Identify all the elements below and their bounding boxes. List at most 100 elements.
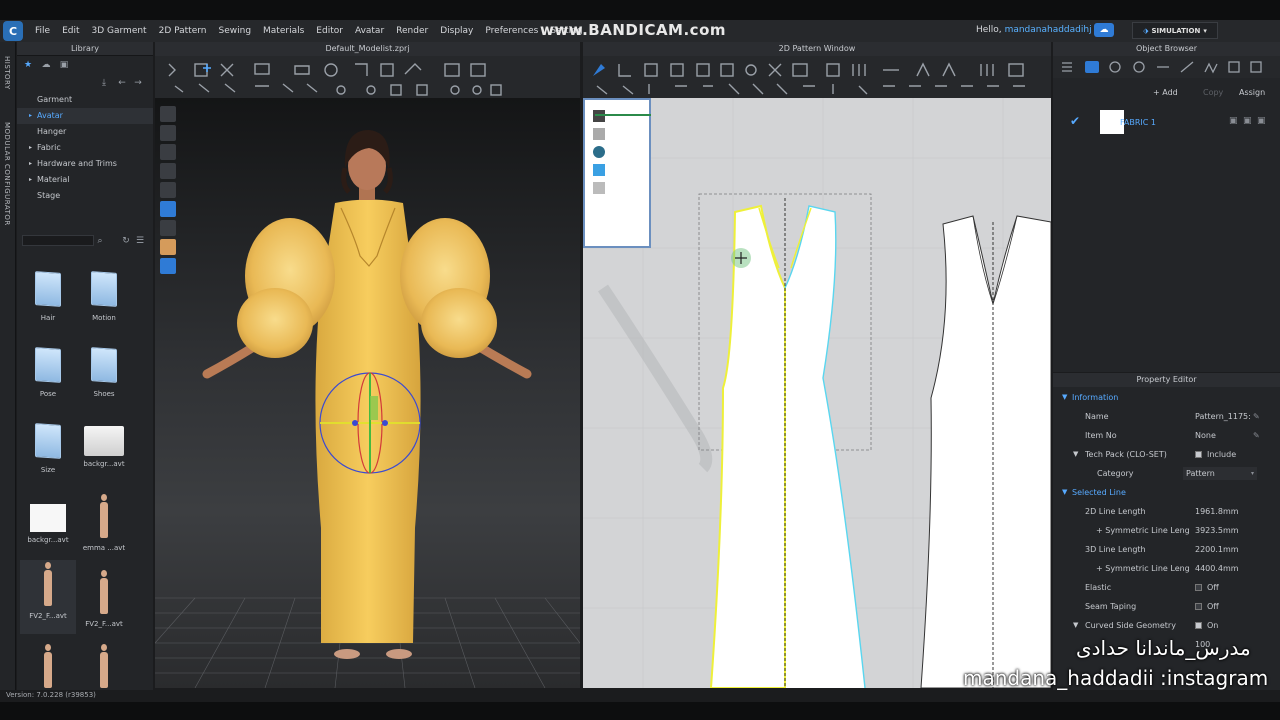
modular-configurator-tab[interactable]: MODULAR CONFIGURATOR (3, 122, 11, 226)
texture-display-icon[interactable] (160, 201, 176, 217)
tree-item-label: Fabric (37, 143, 61, 152)
library-thumb-fv2-female-2[interactable]: FV2_F...avt (76, 568, 132, 642)
library-thumb-pose[interactable]: Pose (20, 340, 76, 414)
reset-icon[interactable]: ▣ (1243, 116, 1252, 126)
expand-arrow-icon[interactable]: ▸ (29, 156, 32, 172)
menu-sewing[interactable]: Sewing (213, 26, 258, 36)
library-thumb-shoes[interactable]: Shoes (76, 340, 132, 414)
tree-item-avatar[interactable]: ▸ Avatar (17, 108, 153, 124)
delete-icon[interactable]: ▣ (1257, 116, 1266, 126)
favorites-icon[interactable]: ★ (23, 60, 33, 70)
library-thumb-size[interactable]: Size (20, 416, 76, 490)
menu-render[interactable]: Render (390, 26, 434, 36)
category-select[interactable]: Pattern (1183, 467, 1257, 480)
collapse-caret-icon[interactable]: ▼ (1062, 388, 1067, 407)
pin-display-icon[interactable] (160, 220, 176, 236)
library-thumb-hair[interactable]: Hair (20, 264, 76, 338)
back-pattern-piece[interactable] (920, 215, 1051, 688)
library-search-input[interactable] (22, 235, 94, 246)
edit-pencil-icon[interactable]: ✎ (1253, 426, 1260, 445)
avatar-toggle-icon[interactable] (160, 239, 176, 255)
elastic-checkbox[interactable] (1195, 584, 1202, 591)
collapse-caret-icon[interactable]: ▼ (1062, 483, 1067, 502)
library-thumb-emma[interactable]: emma ...avt (76, 492, 132, 566)
item-no-field[interactable]: None (1195, 426, 1216, 445)
texture-icon[interactable] (593, 146, 605, 158)
minimap-tool-icons[interactable] (593, 110, 607, 200)
refresh-icon[interactable]: ↻ (121, 236, 131, 246)
username[interactable]: mandanahaddadihj (1005, 25, 1092, 35)
library-thumb-motion[interactable]: Motion (76, 264, 132, 338)
tree-item-garment[interactable]: Garment (17, 92, 153, 108)
add-button[interactable]: + Add (1153, 88, 1178, 97)
garment-display-icon[interactable] (160, 125, 176, 141)
section-selected-line[interactable]: ▼ Selected Line (1053, 483, 1280, 502)
pattern-name-field[interactable]: Pattern_1175: (1195, 407, 1251, 426)
transform-gizmo[interactable] (319, 372, 421, 474)
edit-pencil-icon[interactable]: ✎ (1253, 407, 1260, 426)
list-view-icon[interactable]: ☰ (135, 236, 145, 246)
menu-2d-pattern[interactable]: 2D Pattern (153, 26, 213, 36)
menu-materials[interactable]: Materials (257, 26, 310, 36)
eye-icon[interactable] (593, 110, 605, 122)
toolbar-icons-3d[interactable] (155, 56, 580, 98)
expand-arrow-icon[interactable]: ▸ (29, 140, 32, 156)
toolbar-icons-2d[interactable] (583, 56, 1051, 98)
chevron-down-icon[interactable]: ▾ (1251, 464, 1254, 483)
menu-3d-garment[interactable]: 3D Garment (86, 26, 153, 36)
display-mode-icon[interactable] (160, 106, 176, 122)
tree-item-hanger[interactable]: Hanger (17, 124, 153, 140)
property-tech-pack: ▼ Tech Pack (CLO-SET) Include (1053, 445, 1280, 464)
search-icon[interactable]: ⌕ (95, 236, 105, 246)
section-information[interactable]: ▼ Information (1053, 388, 1280, 407)
assign-button[interactable]: Assign (1239, 88, 1265, 97)
library-thumb-background[interactable]: backgr...avt (76, 416, 132, 490)
lock-icon[interactable]: ▣ (59, 60, 69, 70)
figure-display-icon[interactable] (160, 182, 176, 198)
menu-display[interactable]: Display (434, 26, 479, 36)
curved-side-checkbox[interactable] (1195, 622, 1202, 629)
menu-file[interactable]: File (29, 26, 56, 36)
environment-icon[interactable] (160, 258, 176, 274)
history-tab[interactable]: HISTORY (3, 56, 11, 90)
pattern-minimap[interactable] (583, 98, 651, 248)
library-thumb-fv2-female[interactable]: FV2_F...avt (20, 560, 76, 634)
object-browser-icons[interactable] (1053, 56, 1280, 78)
menu-edit[interactable]: Edit (56, 26, 85, 36)
simulation-button[interactable]: ⬗ SIMULATION ▾ (1132, 22, 1218, 39)
cloud-library-icon[interactable]: ☁ (41, 60, 51, 70)
library-thumb-background-2[interactable]: backgr...avt (20, 492, 76, 566)
menu-editor[interactable]: Editor (310, 26, 349, 36)
fabric-icon[interactable] (593, 164, 605, 176)
tree-item-material[interactable]: ▸ Material (17, 172, 153, 188)
property-2d-line-length: 2D Line Length 1961.8mm (1053, 502, 1280, 521)
copy-button[interactable]: Copy (1203, 88, 1223, 97)
expand-arrow-icon[interactable]: ▸ (29, 172, 32, 188)
2d-line-length-value[interactable]: 1961.8mm (1195, 502, 1239, 521)
avatar-display-icon[interactable] (160, 144, 176, 160)
fabric-list-item[interactable]: ✔ FABRIC 1 ▣ ▣ ▣ (1053, 108, 1280, 136)
shirt-icon[interactable] (593, 128, 605, 140)
collapse-caret-icon[interactable]: ▼ (1073, 445, 1078, 464)
thumb-label: FV2_F...avt (85, 620, 123, 628)
copy-icon[interactable]: ▣ (1229, 116, 1238, 126)
view3d-viewport[interactable] (155, 98, 580, 688)
seam-taping-checkbox[interactable] (1195, 603, 1202, 610)
tree-item-stage[interactable]: Stage (17, 188, 153, 204)
view2d-canvas[interactable] (583, 98, 1051, 688)
property-editor-title: Property Editor (1053, 373, 1280, 387)
expand-arrow-icon[interactable]: ▸ (29, 108, 32, 124)
download-icon[interactable]: ⤓ (99, 78, 109, 88)
menu-avatar[interactable]: Avatar (349, 26, 390, 36)
layer-icon[interactable] (593, 182, 605, 194)
fabric-display-icon[interactable] (160, 163, 176, 179)
include-checkbox[interactable] (1195, 451, 1202, 458)
collapse-caret-icon[interactable]: ▼ (1073, 616, 1078, 635)
tree-item-hardware[interactable]: ▸ Hardware and Trims (17, 156, 153, 172)
menu-preferences[interactable]: Preferences (479, 26, 544, 36)
forward-icon[interactable]: → (133, 78, 143, 88)
front-pattern-piece[interactable] (709, 198, 866, 688)
cloud-sync-icon[interactable]: ☁ (1094, 23, 1114, 37)
back-icon[interactable]: ← (117, 78, 127, 88)
tree-item-fabric[interactable]: ▸ Fabric (17, 140, 153, 156)
